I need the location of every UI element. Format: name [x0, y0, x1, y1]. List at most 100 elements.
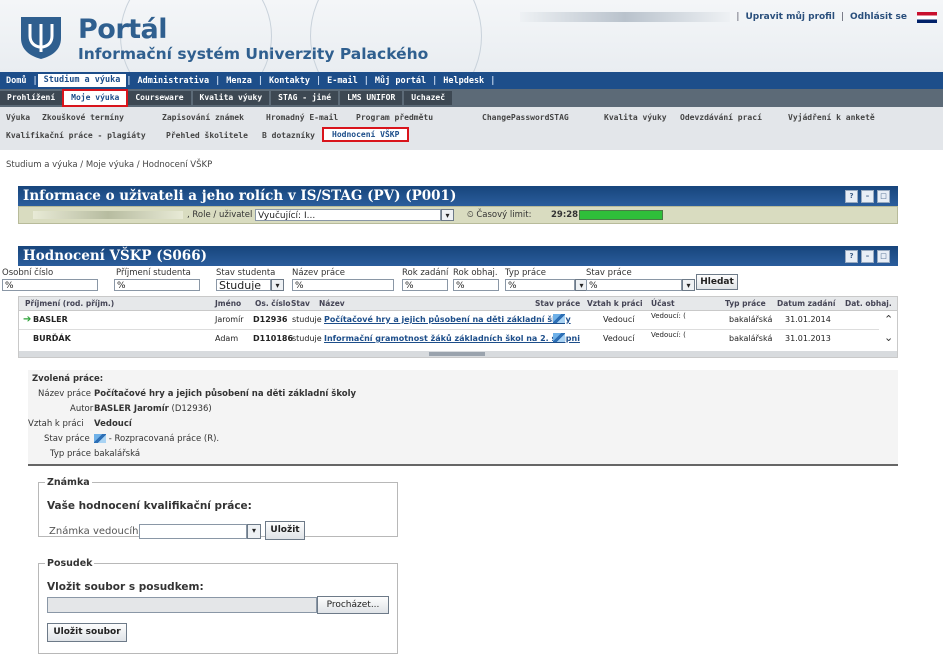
role-select[interactable]: Vyučující: I... — [255, 209, 441, 221]
grade-save-button[interactable]: Uložit — [265, 521, 305, 540]
dropdown-arrow-icon[interactable]: ▾ — [247, 524, 261, 539]
user-name-redacted — [520, 12, 731, 22]
dropdown-arrow-icon[interactable]: ▾ — [682, 279, 695, 291]
tab-mass-email[interactable]: Hromadný E-mail — [266, 113, 338, 122]
filter-stav-studenta[interactable]: Studuje — [216, 279, 271, 291]
nav-administration[interactable]: Administrativa — [132, 76, 216, 86]
filter-prijmeni[interactable]: % — [114, 279, 200, 291]
tab-exam-dates[interactable]: Zkouškové termíny — [42, 113, 124, 122]
work-state-icon — [553, 314, 565, 323]
filter-nazev-prace[interactable]: % — [292, 279, 394, 291]
table-row[interactable]: BURĎÁK Adam D110186 studuje Informační g… — [19, 330, 879, 348]
selected-relation: Vedoucí — [94, 419, 132, 429]
column-header-datum[interactable]: Datum zadání — [777, 297, 835, 310]
filter-label-nazev-prace: Název práce — [292, 268, 345, 278]
minimize-icon[interactable]: – — [861, 250, 874, 263]
nav-study[interactable]: Studium a výuka — [37, 74, 127, 87]
breadcrumb[interactable]: Studium a výuka / Moje výuka / Hodnocení… — [6, 160, 212, 170]
logout-link[interactable]: Odhlásit se — [844, 12, 913, 22]
tab-grade-entry[interactable]: Zapisování známek — [162, 113, 244, 122]
dropdown-arrow-icon[interactable]: ▾ — [441, 209, 454, 221]
filter-stav-prace[interactable]: % — [586, 279, 682, 291]
tab-supervisor-overview[interactable]: Přehled školitele — [166, 131, 248, 140]
tab-b-questionnaires[interactable]: B dotazníky — [262, 131, 315, 140]
profile-link[interactable]: Upravit můj profil — [739, 12, 840, 22]
tab-survey-response[interactable]: Vyjádření k anketě — [788, 113, 875, 122]
role-label: , Role / uživatel — [187, 210, 253, 220]
cell-vztah: Vedoucí — [603, 334, 635, 343]
filter-osobni-cislo[interactable]: % — [2, 279, 98, 291]
tab-stag-other[interactable]: STAG - jiné — [271, 91, 339, 105]
nav-home[interactable]: Domů — [0, 76, 32, 86]
user-info-panel-header: Informace o uživateli a jeho rolích v IS… — [18, 186, 898, 206]
maximize-icon[interactable]: □ — [877, 250, 890, 263]
cell-os-cislo: D12936 — [253, 315, 288, 324]
tab-teaching[interactable]: Výuka — [6, 113, 30, 122]
cell-prijmeni: BASLER — [33, 315, 68, 324]
column-header-typ[interactable]: Typ práce — [725, 297, 766, 310]
tab-course-program[interactable]: Program předmětu — [356, 113, 433, 122]
tab-plagiarism[interactable]: Kvalifikační práce - plagiáty — [6, 131, 146, 140]
column-header-vztah[interactable]: Vztah k práci — [587, 297, 643, 310]
tab-change-password[interactable]: ChangePasswordSTAG — [482, 113, 569, 122]
tab-browse[interactable]: Prohlížení — [0, 91, 63, 105]
nav-menza[interactable]: Menza — [220, 76, 258, 86]
cell-vztah: Vedoucí — [603, 315, 635, 324]
clock-icon: ⏲ — [467, 210, 474, 220]
horizontal-scrollbar[interactable] — [19, 351, 897, 357]
column-header-obhaj[interactable]: Dat. obhaj. — [845, 297, 892, 310]
cell-ucast: Vedoucí: ( — [651, 312, 686, 320]
horizontal-scroll-thumb[interactable] — [429, 352, 485, 356]
column-header-os-cislo[interactable]: Os. číslo — [255, 297, 291, 310]
tab-applicant[interactable]: Uchazeč — [404, 91, 453, 105]
cell-nazev-link[interactable]: Počítačové hry a jejich působení na děti… — [324, 315, 571, 324]
column-header-jmeno[interactable]: Jméno — [215, 297, 241, 310]
column-header-prijmeni[interactable]: Příjmení (rod. příjm.) — [25, 297, 114, 310]
nav-contacts[interactable]: Kontakty — [263, 76, 316, 86]
review-browse-button[interactable]: Procházet... — [317, 596, 389, 614]
portal-title: Portál — [78, 14, 168, 45]
review-file-path[interactable] — [47, 597, 317, 613]
uk-flag-icon[interactable] — [917, 11, 937, 23]
scroll-down-icon[interactable]: ⌄ — [884, 331, 893, 344]
tab-teaching-quality[interactable]: Kvalita výuky — [192, 91, 270, 105]
nav-email[interactable]: E-mail — [321, 76, 364, 86]
nav-helpdesk[interactable]: Helpdesk — [437, 76, 490, 86]
help-icon[interactable]: ? — [845, 250, 858, 263]
column-header-ucast[interactable]: Účast — [651, 297, 675, 310]
grade-select[interactable] — [139, 524, 247, 539]
review-fieldset: Posudek Vložit soubor s posudkem: Prochá… — [38, 558, 398, 654]
time-progress-fill — [580, 211, 662, 219]
filter-rok-zadani[interactable]: % — [402, 279, 448, 291]
maximize-icon[interactable]: □ — [877, 190, 890, 203]
minimize-icon[interactable]: – — [861, 190, 874, 203]
search-button[interactable]: Hledat — [696, 274, 738, 290]
dropdown-arrow-icon[interactable]: ▾ — [271, 279, 284, 291]
time-limit-value: 29:28 — [551, 210, 579, 220]
tab-thesis-evaluation[interactable]: Hodnocení VŠKP — [322, 127, 410, 142]
tab-teaching-quality-2[interactable]: Kvalita výuky — [604, 113, 667, 122]
review-heading: Vložit soubor s posudkem: — [47, 581, 204, 593]
filter-typ-prace[interactable]: % — [505, 279, 575, 291]
filter-rok-obhaj[interactable]: % — [453, 279, 499, 291]
work-state-icon — [553, 333, 565, 342]
table-scrollbar[interactable]: ⌃ ⌄ — [883, 311, 897, 351]
table-row[interactable]: ➔ BASLER Jaromír D12936 studuje Počítačo… — [19, 311, 879, 330]
cell-nazev-link[interactable]: Informační gramotnost žáků základních šk… — [324, 334, 580, 343]
tab-lms-unifor[interactable]: LMS UNIFOR — [340, 91, 403, 105]
nav-my-portal[interactable]: Můj portál — [369, 76, 432, 86]
column-header-stav-prace[interactable]: Stav práce — [535, 297, 580, 310]
grade-label: Známka vedoucího — [49, 526, 145, 537]
tab-thesis-submission[interactable]: Odevzdávání prací — [680, 113, 762, 122]
work-state-icon — [94, 434, 106, 443]
column-header-stav[interactable]: Stav — [291, 297, 310, 310]
university-logo-icon[interactable] — [18, 14, 64, 60]
tab-courseware[interactable]: Courseware — [128, 91, 191, 105]
review-upload-button[interactable]: Uložit soubor — [47, 623, 127, 642]
column-header-nazev[interactable]: Název — [319, 297, 345, 310]
tab-my-teaching[interactable]: Moje výuka — [62, 89, 129, 107]
cell-typ: bakalářská — [729, 334, 773, 343]
scroll-up-icon[interactable]: ⌃ — [884, 313, 893, 326]
cell-stav: studuje — [292, 334, 322, 343]
help-icon[interactable]: ? — [845, 190, 858, 203]
